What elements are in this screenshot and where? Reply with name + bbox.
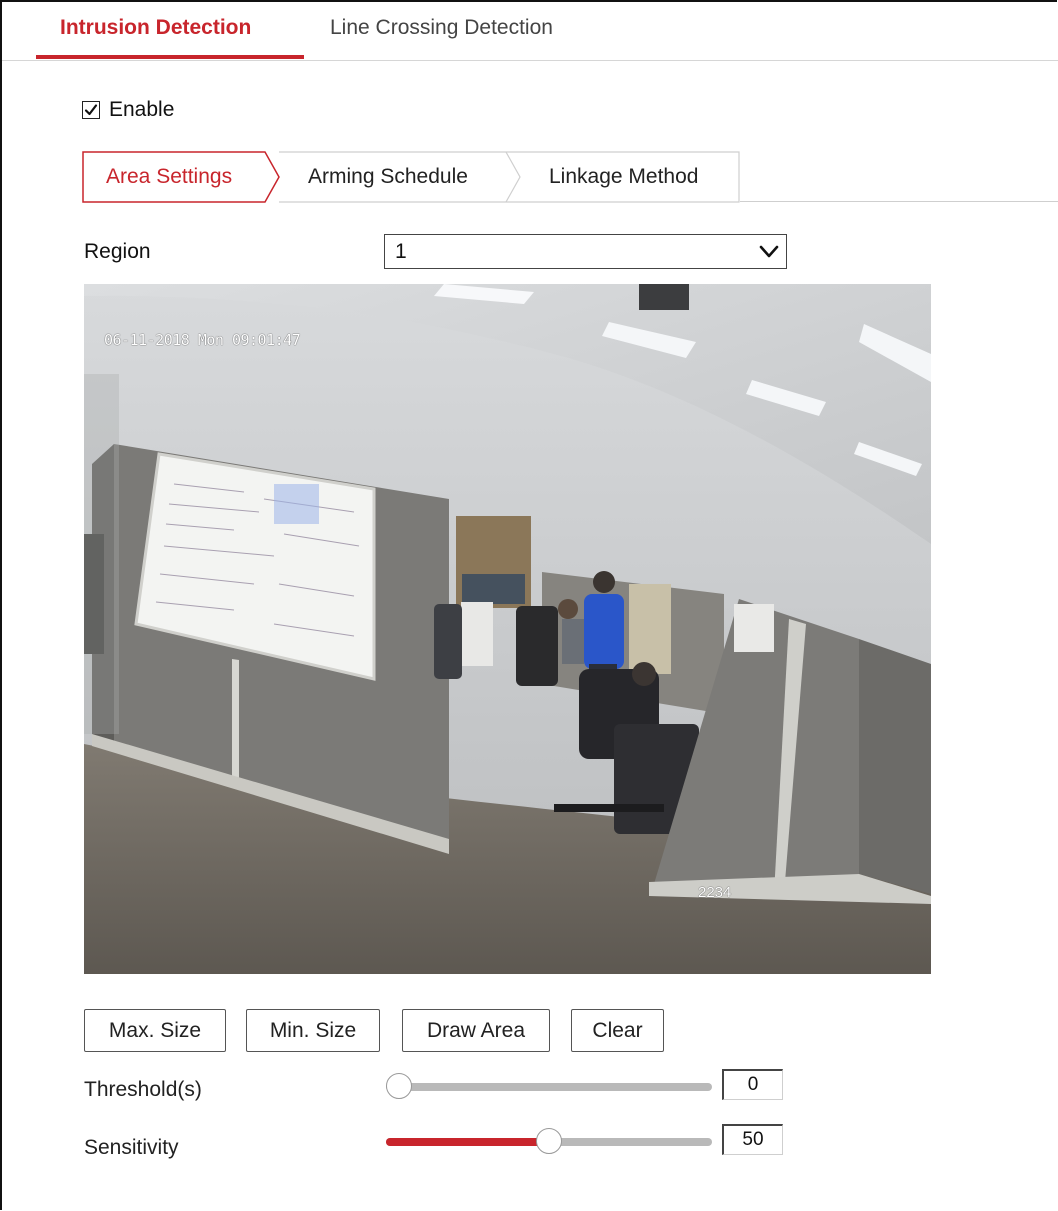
threshold-value-field[interactable]: 0 (722, 1069, 783, 1100)
min-size-button[interactable]: Min. Size (246, 1009, 380, 1052)
max-size-button[interactable]: Max. Size (84, 1009, 226, 1052)
osd-timestamp: 06-11-2018 Mon 09:01:47 (104, 331, 301, 349)
draw-area-button[interactable]: Draw Area (402, 1009, 550, 1052)
sensitivity-slider[interactable] (386, 1128, 712, 1154)
camera-scene (84, 284, 931, 974)
detection-tabs: Intrusion Detection Line Crossing Detect… (2, 2, 1058, 61)
subtab-baseline (740, 201, 1058, 202)
sensitivity-label: Sensitivity (84, 1136, 179, 1159)
tab-linkage-method[interactable]: Linkage Method (549, 165, 698, 189)
osd-camera-label: 2234 (698, 884, 732, 901)
settings-subtabs: Area Settings Arming Schedule Linkage Me… (82, 151, 1058, 203)
tab-intrusion-detection[interactable]: Intrusion Detection (60, 16, 251, 40)
clear-button[interactable]: Clear (571, 1009, 664, 1052)
region-label: Region (84, 240, 151, 263)
tab-line-crossing-detection[interactable]: Line Crossing Detection (330, 16, 553, 40)
threshold-label: Threshold(s) (84, 1078, 202, 1101)
live-video-preview[interactable]: 06-11-2018 Mon 09:01:47 2234 (84, 284, 931, 974)
enable-label: Enable (109, 98, 175, 121)
enable-checkbox[interactable] (82, 101, 100, 119)
threshold-slider[interactable] (386, 1073, 712, 1099)
sensitivity-slider-fill (386, 1138, 549, 1146)
sensitivity-value-field[interactable]: 50 (722, 1124, 783, 1155)
tab-area-settings[interactable]: Area Settings (106, 165, 232, 189)
region-select[interactable]: 1 (384, 234, 787, 269)
active-tab-underline (36, 55, 304, 59)
checkmark-icon (84, 104, 98, 116)
tab-arming-schedule[interactable]: Arming Schedule (308, 165, 468, 189)
chevron-down-icon (759, 245, 779, 258)
region-selected-value: 1 (395, 240, 407, 263)
enable-row: Enable (82, 96, 174, 124)
threshold-slider-thumb[interactable] (386, 1073, 412, 1099)
sensitivity-slider-thumb[interactable] (536, 1128, 562, 1154)
